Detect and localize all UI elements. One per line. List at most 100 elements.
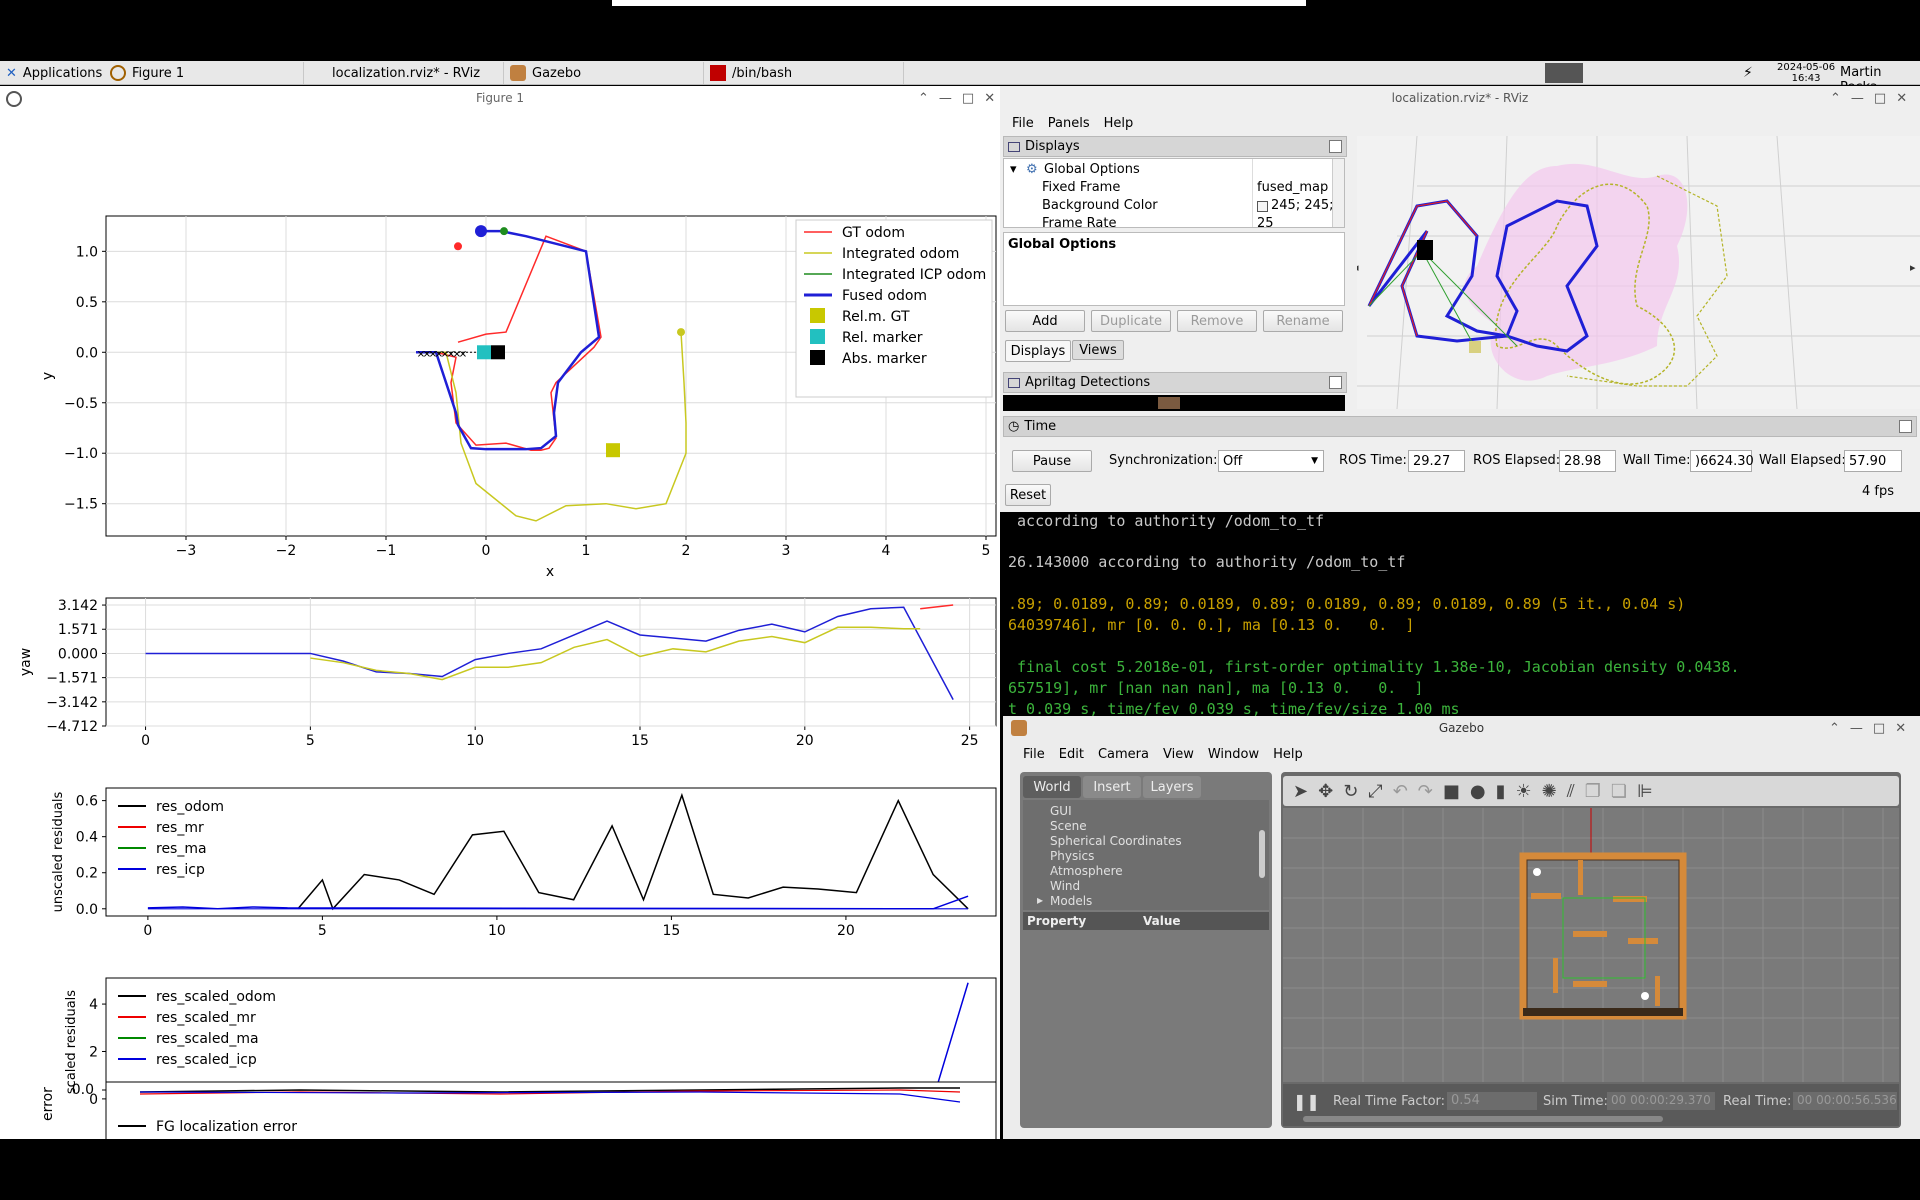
figure-window-controls: ⌃ — □ ✕ xyxy=(918,86,995,110)
tab-layers[interactable]: Layers xyxy=(1143,776,1201,798)
x-tick-label: 5 xyxy=(982,543,991,559)
scale-icon[interactable]: ⤢ xyxy=(1368,781,1382,802)
terminal-window[interactable]: according to authority /odom_to_tf 26.14… xyxy=(1000,512,1920,718)
maximize-icon[interactable]: □ xyxy=(1874,91,1886,106)
box-icon[interactable]: ■ xyxy=(1443,781,1460,802)
dirlight-icon[interactable]: ⫽ xyxy=(1567,781,1575,802)
tree-item-physics[interactable]: Physics xyxy=(1050,849,1094,863)
color-swatch[interactable] xyxy=(1257,201,1268,212)
task-gazebo[interactable]: Gazebo xyxy=(504,62,704,84)
applications-menu[interactable]: ✕ Applications xyxy=(0,62,104,84)
gazebo-window: Gazebo ⌃ — □ ✕ File Edit Camera View Window… xyxy=(1003,716,1920,1139)
tree-item-wind[interactable]: Wind xyxy=(1050,879,1080,893)
tab-insert[interactable]: Insert xyxy=(1083,776,1141,798)
minimize-icon[interactable]: ⌃ xyxy=(918,91,929,106)
menu-file[interactable]: File xyxy=(1023,747,1045,762)
sun-icon[interactable]: ☀ xyxy=(1516,781,1532,802)
y-tick-label: 0.5 xyxy=(76,295,98,311)
sync-select[interactable]: Off ▼ xyxy=(1218,450,1324,472)
menu-edit[interactable]: Edit xyxy=(1059,747,1084,762)
menu-camera[interactable]: Camera xyxy=(1098,747,1149,762)
y-tick-label: 0.6 xyxy=(76,794,98,810)
reset-button[interactable]: Reset xyxy=(1005,484,1051,506)
duplicate-button[interactable]: Duplicate xyxy=(1091,310,1171,332)
workspace-switcher[interactable] xyxy=(1545,63,1583,83)
minimize-icon[interactable]: ⌃ xyxy=(1829,721,1840,736)
tree-item-models[interactable]: Models xyxy=(1050,894,1092,908)
menu-file[interactable]: File xyxy=(1012,116,1034,131)
sphere-icon[interactable]: ● xyxy=(1470,781,1486,802)
ros-time-field[interactable]: 29.27 xyxy=(1408,450,1465,472)
maximize-icon[interactable]: □ xyxy=(962,91,974,106)
close-icon[interactable]: ✕ xyxy=(1895,721,1906,736)
wall-elapsed-field[interactable]: 57.90 xyxy=(1844,450,1902,472)
x-tick-label: 15 xyxy=(631,733,649,749)
tree-item-gui[interactable]: GUI xyxy=(1050,804,1072,818)
tree-scrollbar[interactable] xyxy=(1332,159,1344,227)
translate-icon[interactable]: ✥ xyxy=(1318,781,1333,802)
fixed-frame-value[interactable]: fused_map xyxy=(1257,180,1328,195)
task-rviz[interactable]: localization.rviz* - RViz xyxy=(304,62,504,84)
tree-scrollbar[interactable] xyxy=(1259,830,1265,878)
figure-canvas[interactable]: −3 −2 −1 0 1 2 3 4 51.00.50.0−0.5−1.0−1.5xy✕✕✕✕✕… xyxy=(0,110,1000,1139)
power-icon[interactable]: ⚡ xyxy=(1743,65,1753,81)
expand-arrow-icon[interactable]: ▸ xyxy=(1037,893,1043,907)
frame-rate-value[interactable]: 25 xyxy=(1257,216,1274,227)
pause-icon[interactable]: ❚❚ xyxy=(1293,1092,1320,1111)
rotate-icon[interactable]: ↻ xyxy=(1343,781,1358,802)
menu-window[interactable]: Window xyxy=(1208,747,1259,762)
sim-time-field: 00 00:00:29.370 xyxy=(1607,1092,1715,1110)
menu-view[interactable]: View xyxy=(1163,747,1194,762)
ros-elapsed-field[interactable]: 28.98 xyxy=(1559,450,1616,472)
y-tick-label: −3.142 xyxy=(46,695,98,711)
image-icon xyxy=(1008,377,1020,388)
menu-panels[interactable]: Panels xyxy=(1048,116,1090,131)
bg-color-value[interactable]: 245; 245; xyxy=(1271,198,1334,213)
tab-displays[interactable]: Displays xyxy=(1005,340,1071,362)
panel-close-box[interactable] xyxy=(1329,140,1342,153)
minimize-icon[interactable]: ⌃ xyxy=(1830,91,1841,106)
y-tick-label: −0.5 xyxy=(64,396,98,412)
panel-close-box[interactable] xyxy=(1899,420,1912,433)
gazebo-viewport[interactable] xyxy=(1283,808,1899,1082)
gazebo-scene[interactable]: ➤ ✥ ↻ ⤢ ↶ ↷ ■ ● ▮ ☀ ✺ ⫽ ❐ ❏ ⊫ ❚❚ Real Time Factor: 0.5… xyxy=(1281,772,1901,1128)
tab-world[interactable]: World xyxy=(1023,776,1081,798)
clock[interactable]: 2024-05-06 16:43 xyxy=(1777,62,1835,84)
copy-icon[interactable]: ❐ xyxy=(1585,781,1601,802)
panel-close-box[interactable] xyxy=(1329,376,1342,389)
paste-icon[interactable]: ❏ xyxy=(1611,781,1627,802)
displays-tree[interactable]: ▾ ⚙ Global Options Fixed Frame fused_map… xyxy=(1003,158,1345,228)
select-icon[interactable]: ➤ xyxy=(1293,781,1308,802)
restore-icon[interactable]: — xyxy=(1850,721,1863,736)
remove-button[interactable]: Remove xyxy=(1177,310,1257,332)
terminal-line: final cost 5.2018e-01, first-order optim… xyxy=(1008,658,1740,676)
gazebo-statusbar: ❚❚ Real Time Factor: 0.54 Sim Time: 00 0… xyxy=(1283,1084,1899,1126)
tree-item-atmosphere[interactable]: Atmosphere xyxy=(1050,864,1123,878)
rename-button[interactable]: Rename xyxy=(1263,310,1343,332)
rviz-3d-view[interactable]: ◂ ▸ xyxy=(1357,136,1920,409)
align-icon[interactable]: ⊫ xyxy=(1637,781,1653,802)
tab-views[interactable]: Views xyxy=(1072,340,1124,360)
undo-icon[interactable]: ↶ xyxy=(1393,781,1408,802)
menu-help[interactable]: Help xyxy=(1104,116,1134,131)
cylinder-icon[interactable]: ▮ xyxy=(1496,781,1506,802)
expand-arrow-icon[interactable]: ▾ xyxy=(1010,162,1017,177)
redo-icon[interactable]: ↷ xyxy=(1418,781,1433,802)
maximize-icon[interactable]: □ xyxy=(1873,721,1885,736)
tree-item-spherical[interactable]: Spherical Coordinates xyxy=(1050,834,1182,848)
close-icon[interactable]: ✕ xyxy=(984,91,995,106)
restore-icon[interactable]: — xyxy=(1851,91,1864,106)
legend-label: Integrated odom xyxy=(842,246,959,262)
restore-icon[interactable]: — xyxy=(939,91,952,106)
light-icon[interactable]: ✺ xyxy=(1542,781,1557,802)
wall-time-field[interactable]: )6624.30 xyxy=(1690,450,1754,472)
close-icon[interactable]: ✕ xyxy=(1896,91,1907,106)
world-tree[interactable]: GUI Scene Spherical Coordinates Physics … xyxy=(1023,800,1269,910)
menu-help[interactable]: Help xyxy=(1273,747,1303,762)
tree-item-scene[interactable]: Scene xyxy=(1050,819,1087,833)
pause-button[interactable]: Pause xyxy=(1012,450,1092,472)
add-button[interactable]: Add xyxy=(1005,310,1085,332)
horizontal-scrollbar[interactable] xyxy=(1303,1116,1663,1122)
task-figure1[interactable]: Figure 1 xyxy=(104,62,304,84)
task-terminal[interactable]: /bin/bash xyxy=(704,62,904,84)
